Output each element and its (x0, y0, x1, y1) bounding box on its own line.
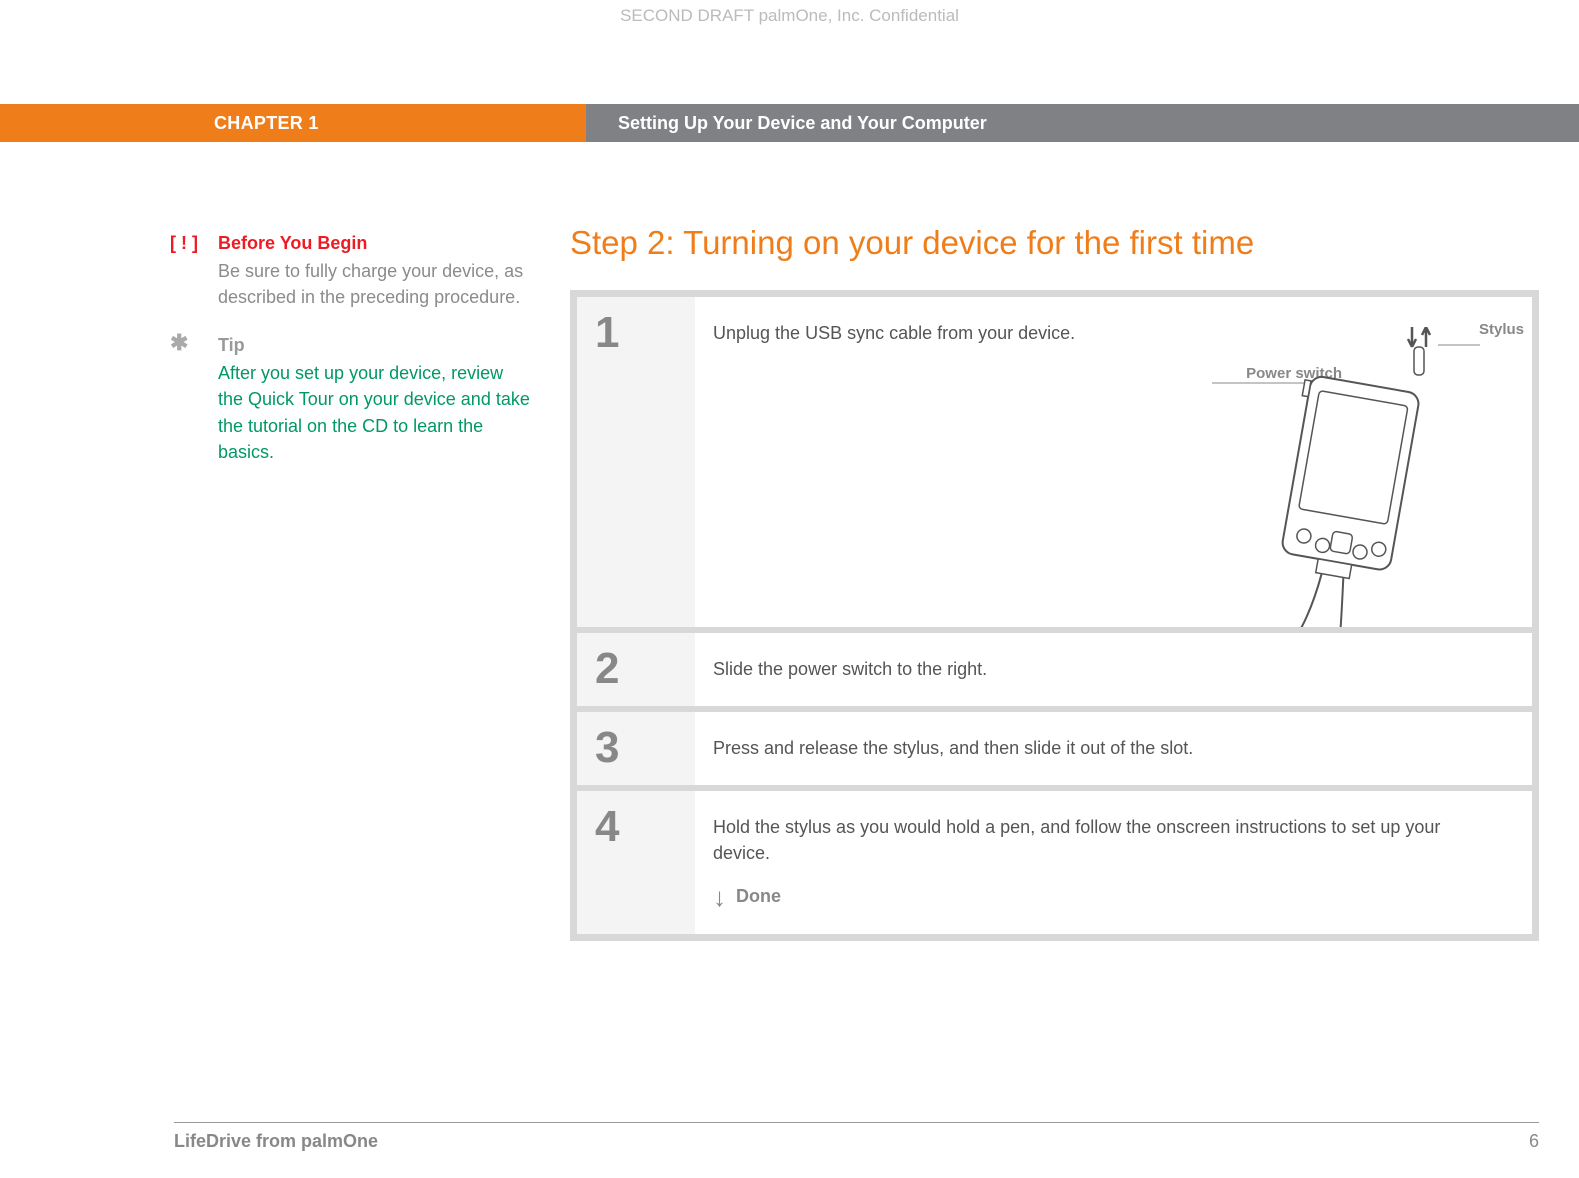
step-row: 4 Hold the stylus as you would hold a pe… (577, 791, 1532, 933)
page-title: Step 2: Turning on your device for the f… (570, 224, 1539, 262)
before-title: Before You Begin (218, 230, 530, 256)
chapter-band: CHAPTER 1 Setting Up Your Device and You… (0, 104, 1579, 142)
chapter-label: CHAPTER 1 (0, 104, 586, 142)
step-text: Hold the stylus as you would hold a pen,… (713, 817, 1440, 862)
done-label: Done (736, 884, 781, 909)
step-number: 1 (595, 311, 695, 355)
content-area: [ ! ] Before You Begin Be sure to fully … (0, 230, 1579, 941)
step-number-cell: 3 (577, 712, 695, 785)
step-row: 1 Unplug the USB sync cable from your de… (577, 297, 1532, 627)
step-number: 3 (595, 726, 695, 770)
step-number: 4 (595, 805, 695, 849)
step-text: Press and release the stylus, and then s… (713, 738, 1193, 758)
step-number-cell: 2 (577, 633, 695, 706)
step-body: Slide the power switch to the right. (695, 633, 1532, 706)
step-text: Slide the power switch to the right. (713, 659, 987, 679)
steps-table: 1 Unplug the USB sync cable from your de… (570, 290, 1539, 941)
alert-icon: [ ! ] (170, 230, 218, 310)
down-arrow-icon: ↓ (713, 884, 726, 910)
product-name: LifeDrive from palmOne (174, 1131, 378, 1152)
confidential-header: SECOND DRAFT palmOne, Inc. Confidential (0, 6, 1579, 26)
main-content: Step 2: Turning on your device for the f… (570, 230, 1579, 941)
step-number-cell: 4 (577, 791, 695, 933)
step-row: 3 Press and release the stylus, and then… (577, 712, 1532, 785)
step-body: Unplug the USB sync cable from your devi… (695, 297, 1532, 627)
step-body: Hold the stylus as you would hold a pen,… (695, 791, 1532, 933)
step-body: Press and release the stylus, and then s… (695, 712, 1532, 785)
tip-icon: ✱ (170, 332, 218, 464)
device-illustration (1212, 327, 1492, 627)
step-number-cell: 1 (577, 297, 695, 627)
page-number: 6 (1529, 1131, 1539, 1152)
tip-title: Tip (218, 332, 530, 358)
chapter-title: Setting Up Your Device and Your Computer (586, 104, 1579, 142)
tip-block: ✱ Tip After you set up your device, revi… (170, 332, 530, 464)
done-indicator: ↓ Done (713, 884, 1500, 910)
step-number: 2 (595, 647, 695, 691)
tip-body: After you set up your device, review the… (218, 360, 530, 464)
step-text: Unplug the USB sync cable from your devi… (713, 323, 1075, 343)
step-row: 2 Slide the power switch to the right. (577, 633, 1532, 706)
before-body: Be sure to fully charge your device, as … (218, 258, 530, 310)
sidebar: [ ! ] Before You Begin Be sure to fully … (0, 230, 570, 941)
footer: LifeDrive from palmOne 6 (174, 1122, 1539, 1152)
before-you-begin-block: [ ! ] Before You Begin Be sure to fully … (170, 230, 530, 310)
